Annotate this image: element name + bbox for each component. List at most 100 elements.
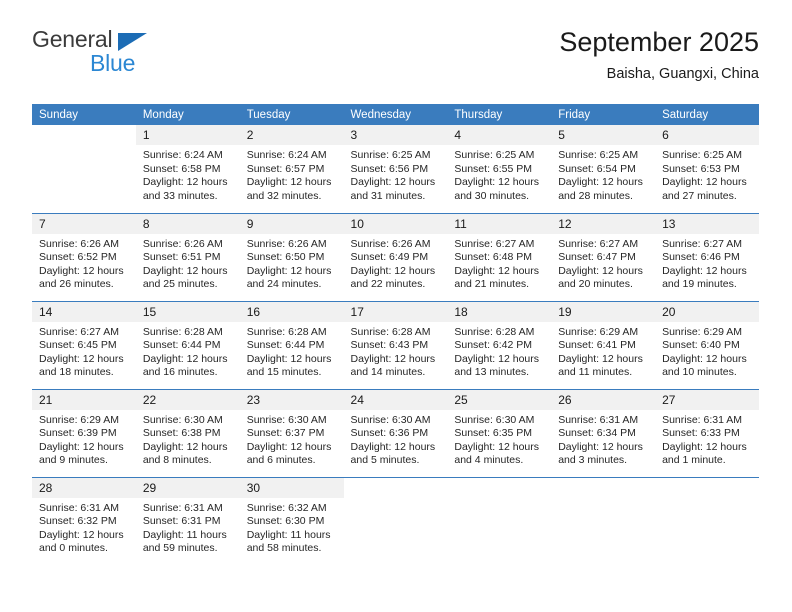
day-detail-line: Sunrise: 6:31 AM	[142, 501, 223, 514]
general-blue-logo[interactable]: General Blue	[32, 26, 167, 78]
calendar-day-cell[interactable]: 13 Sunrise: 6:27 AM Sunset: 6:46 PM Dayligh…	[655, 212, 759, 301]
day-detail-line: Sunrise: 6:31 AM	[39, 501, 119, 514]
day-detail-line: Sunrise: 6:32 AM	[246, 501, 327, 514]
day-detail-line: Daylight: 12 hours	[246, 176, 332, 189]
day-details: Sunrise: 6:27 AM Sunset: 6:46 PM Daylight:…	[655, 234, 759, 292]
day-number	[655, 477, 759, 498]
day-detail-line: and 4 minutes.	[454, 454, 524, 467]
day-detail-line: Sunset: 6:56 PM	[350, 162, 429, 175]
calendar-day-cell[interactable]: 10 Sunrise: 6:26 AM Sunset: 6:49 PM Dayligh…	[343, 212, 448, 301]
calendar-week-row: 14 Sunrise: 6:27 AM Sunset: 6:45 PM Dayligh…	[32, 300, 759, 389]
calendar-day-cell[interactable]: 15 Sunrise: 6:28 AM Sunset: 6:44 PM Dayligh…	[135, 300, 240, 389]
calendar-day-cell[interactable]: 21 Sunrise: 6:29 AM Sunset: 6:39 PM Dayligh…	[32, 388, 136, 477]
day-detail-line: Daylight: 12 hours	[39, 352, 124, 365]
day-detail-line: Sunrise: 6:28 AM	[454, 325, 535, 338]
day-detail-line: and 31 minutes.	[350, 189, 426, 202]
calendar-day-cell[interactable]: 9 Sunrise: 6:26 AM Sunset: 6:50 PM Daylight…	[239, 212, 344, 301]
calendar-day-cell[interactable]: 25 Sunrise: 6:30 AM Sunset: 6:35 PM Dayligh…	[447, 388, 552, 477]
calendar-day-cell[interactable]: 3 Sunrise: 6:25 AM Sunset: 6:56 PM Daylight…	[343, 125, 448, 213]
day-detail-line: Daylight: 12 hours	[350, 440, 436, 453]
calendar-day-cell[interactable]: 22 Sunrise: 6:30 AM Sunset: 6:38 PM Dayligh…	[135, 388, 240, 477]
day-detail-line: Sunset: 6:43 PM	[350, 339, 429, 352]
weekday-header-friday: Friday	[551, 104, 656, 125]
day-details: Sunrise: 6:25 AM Sunset: 6:56 PM Daylight:…	[344, 145, 448, 203]
calendar-day-cell[interactable]: 2 Sunrise: 6:24 AM Sunset: 6:57 PM Daylight…	[239, 125, 344, 213]
calendar-day-cell[interactable]: 6 Sunrise: 6:25 AM Sunset: 6:53 PM Daylight…	[655, 125, 759, 213]
day-details: Sunrise: 6:28 AM Sunset: 6:44 PM Daylight:…	[240, 322, 344, 380]
day-number: 29	[135, 477, 240, 498]
day-detail-line: and 59 minutes.	[142, 542, 218, 555]
day-details: Sunrise: 6:30 AM Sunset: 6:37 PM Daylight:…	[240, 410, 344, 468]
day-detail-line: Daylight: 12 hours	[558, 264, 643, 277]
day-number: 12	[551, 213, 656, 234]
day-number: 21	[32, 389, 136, 410]
day-detail-line: and 5 minutes.	[350, 454, 420, 467]
day-details: Sunrise: 6:31 AM Sunset: 6:31 PM Daylight:…	[136, 498, 240, 556]
calendar-day-cell[interactable]: 28 Sunrise: 6:31 AM Sunset: 6:32 PM Dayligh…	[32, 476, 136, 565]
day-details	[32, 145, 136, 149]
day-detail-line: Daylight: 12 hours	[454, 352, 540, 365]
calendar-day-cell[interactable]: 17 Sunrise: 6:28 AM Sunset: 6:43 PM Dayligh…	[343, 300, 448, 389]
calendar-day-cell[interactable]: 16 Sunrise: 6:28 AM Sunset: 6:44 PM Dayligh…	[239, 300, 344, 389]
calendar-day-cell[interactable]: 27 Sunrise: 6:31 AM Sunset: 6:33 PM Dayligh…	[655, 388, 759, 477]
calendar-day-cell[interactable]: 8 Sunrise: 6:26 AM Sunset: 6:51 PM Daylight…	[135, 212, 240, 301]
calendar-day-cell[interactable]: 4 Sunrise: 6:25 AM Sunset: 6:55 PM Daylight…	[447, 125, 552, 213]
calendar-day-cell[interactable]: 30 Sunrise: 6:32 AM Sunset: 6:30 PM Dayligh…	[239, 476, 344, 565]
day-number: 23	[239, 389, 344, 410]
day-detail-line: Sunset: 6:33 PM	[662, 427, 740, 440]
day-details: Sunrise: 6:30 AM Sunset: 6:36 PM Daylight:…	[344, 410, 448, 468]
calendar-day-cell[interactable]: 1 Sunrise: 6:24 AM Sunset: 6:58 PM Daylight…	[135, 125, 240, 213]
day-detail-line: Daylight: 12 hours	[454, 264, 540, 277]
calendar-table: Sunday Monday Tuesday Wednesday Thursday Frid…	[32, 104, 759, 565]
day-details: Sunrise: 6:27 AM Sunset: 6:47 PM Daylight:…	[551, 234, 655, 292]
calendar-week-row: 28 Sunrise: 6:31 AM Sunset: 6:32 PM Dayligh…	[32, 476, 759, 565]
logo-text-blue: Blue	[90, 50, 136, 76]
day-detail-line: Sunset: 6:46 PM	[662, 251, 740, 264]
calendar-day-cell[interactable]: 14 Sunrise: 6:27 AM Sunset: 6:45 PM Dayligh…	[32, 300, 136, 389]
calendar-day-cell[interactable]: 20 Sunrise: 6:29 AM Sunset: 6:40 PM Dayligh…	[655, 300, 759, 389]
day-details: Sunrise: 6:29 AM Sunset: 6:40 PM Daylight:…	[655, 322, 759, 380]
day-details: Sunrise: 6:28 AM Sunset: 6:42 PM Daylight:…	[447, 322, 551, 380]
calendar-day-cell[interactable]: 23 Sunrise: 6:30 AM Sunset: 6:37 PM Dayligh…	[239, 388, 344, 477]
day-detail-line: Daylight: 12 hours	[142, 352, 228, 365]
day-detail-line: Daylight: 12 hours	[142, 440, 228, 453]
calendar-day-cell[interactable]: 26 Sunrise: 6:31 AM Sunset: 6:34 PM Dayligh…	[551, 388, 656, 477]
calendar-day-cell[interactable]: 11 Sunrise: 6:27 AM Sunset: 6:48 PM Dayligh…	[447, 212, 552, 301]
calendar-day-cell[interactable]: 12 Sunrise: 6:27 AM Sunset: 6:47 PM Dayligh…	[551, 212, 656, 301]
calendar-day-cell[interactable]: 19 Sunrise: 6:29 AM Sunset: 6:41 PM Dayligh…	[551, 300, 656, 389]
day-number: 25	[447, 389, 552, 410]
day-details: Sunrise: 6:25 AM Sunset: 6:54 PM Daylight:…	[551, 145, 655, 203]
calendar-cell-empty	[32, 125, 136, 213]
day-detail-line: and 10 minutes.	[662, 366, 737, 379]
page-subtitle: Baisha, Guangxi, China	[606, 66, 759, 82]
calendar-cell-empty	[447, 476, 552, 565]
calendar-day-cell[interactable]: 29 Sunrise: 6:31 AM Sunset: 6:31 PM Dayligh…	[135, 476, 240, 565]
day-details: Sunrise: 6:32 AM Sunset: 6:30 PM Daylight:…	[240, 498, 344, 556]
day-detail-line: Sunrise: 6:27 AM	[662, 237, 743, 250]
calendar-day-cell[interactable]: 5 Sunrise: 6:25 AM Sunset: 6:54 PM Daylight…	[551, 125, 656, 213]
calendar-week-row: 1 Sunrise: 6:24 AM Sunset: 6:58 PM Daylight…	[32, 125, 759, 213]
calendar-body: 1 Sunrise: 6:24 AM Sunset: 6:58 PM Daylight…	[32, 125, 759, 565]
day-detail-line: Daylight: 11 hours	[246, 528, 331, 541]
day-detail-line: Sunset: 6:37 PM	[246, 427, 325, 440]
day-details: Sunrise: 6:30 AM Sunset: 6:35 PM Daylight:…	[447, 410, 551, 468]
day-details	[551, 498, 655, 502]
day-detail-line: Sunrise: 6:31 AM	[558, 413, 639, 426]
day-details: Sunrise: 6:31 AM Sunset: 6:34 PM Daylight:…	[551, 410, 655, 468]
day-detail-line: Daylight: 12 hours	[39, 440, 124, 453]
day-number: 20	[655, 301, 759, 322]
day-detail-line: Sunset: 6:58 PM	[142, 162, 221, 175]
day-detail-line: and 22 minutes.	[350, 278, 426, 291]
calendar-day-cell[interactable]: 18 Sunrise: 6:28 AM Sunset: 6:42 PM Dayligh…	[447, 300, 552, 389]
day-detail-line: and 21 minutes.	[454, 278, 530, 291]
day-details	[447, 498, 551, 502]
calendar-day-cell[interactable]: 7 Sunrise: 6:26 AM Sunset: 6:52 PM Daylight…	[32, 212, 136, 301]
day-number: 8	[135, 213, 240, 234]
weekday-header-sunday: Sunday	[32, 104, 136, 125]
day-details: Sunrise: 6:29 AM Sunset: 6:39 PM Daylight:…	[32, 410, 136, 468]
weekday-header-tuesday: Tuesday	[239, 104, 344, 125]
day-detail-line: Daylight: 12 hours	[558, 440, 643, 453]
calendar-day-cell[interactable]: 24 Sunrise: 6:30 AM Sunset: 6:36 PM Dayligh…	[343, 388, 448, 477]
day-detail-line: and 28 minutes.	[558, 189, 633, 202]
day-detail-line: Sunset: 6:57 PM	[246, 162, 325, 175]
